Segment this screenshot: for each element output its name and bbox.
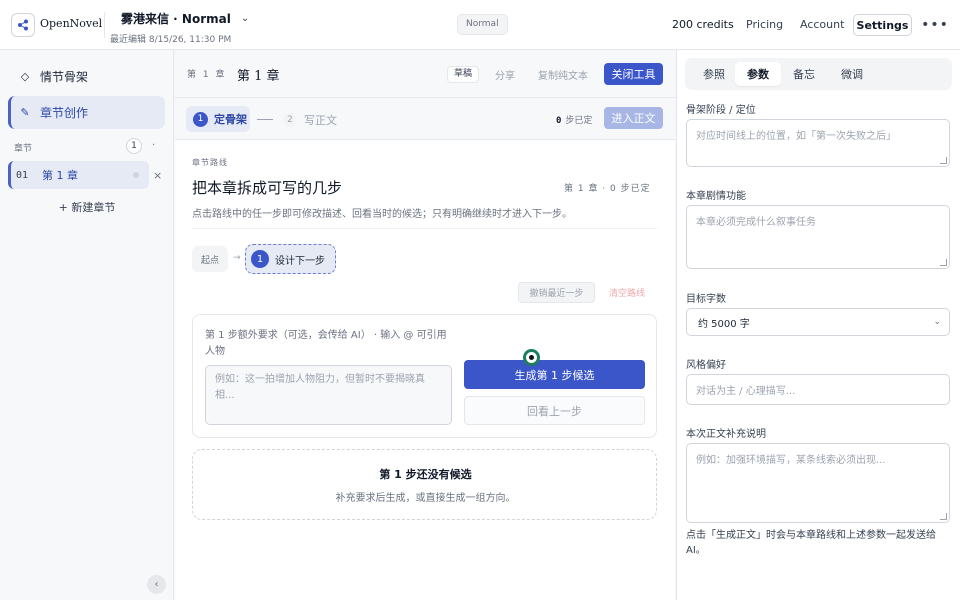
credits-count: 200 credits bbox=[672, 18, 734, 31]
stage-label: 骨架阶段 / 定位 bbox=[686, 105, 756, 116]
draft-badge[interactable]: 草稿 bbox=[447, 66, 480, 83]
chapter-number: 01 bbox=[16, 169, 29, 181]
step-request-card: 第 1 步额外要求（可选，会传给 AI） · 输入 @ 可引用人物 例如：这一拍… bbox=[192, 314, 657, 438]
panel-footnote: 点击「生成正文」时会与本章路线和上述参数一起发送给 AI。 bbox=[686, 530, 936, 556]
notes-input[interactable]: 例如：加强环境描写，某条线索必须出现... bbox=[686, 443, 950, 523]
arrow-right-icon: → bbox=[233, 253, 241, 263]
last-edited: 最近编辑 8/15/26, 11:30 PM bbox=[110, 35, 232, 45]
steps-done-status: 0 步已定 bbox=[556, 113, 592, 126]
review-previous-step-button[interactable]: 回看上一步 bbox=[464, 396, 645, 425]
chapters-heading: 章节 bbox=[14, 144, 33, 154]
collapse-sidebar-icon[interactable]: ‹ bbox=[147, 575, 166, 594]
clear-route-button[interactable]: 清空路线 bbox=[602, 282, 652, 303]
route-node-design-next[interactable]: 1 设计下一步 bbox=[245, 244, 336, 274]
editor-toolbar: 第 1 章 第 1 章 草稿 分享 复制纯文本 关闭工具 bbox=[175, 50, 675, 98]
chapter-status-dot bbox=[133, 172, 139, 178]
sidebar: ◇ 情节骨架 ✎ 章节创作 章节 1 · 01 第 1 章 × + 新建章节 ‹ bbox=[0, 50, 174, 600]
divider bbox=[192, 228, 657, 229]
new-chapter-button[interactable]: + 新建章节 bbox=[0, 199, 174, 215]
empty-candidates-card: 第 1 步还没有候选 补充要求后生成，或直接生成一组方向。 bbox=[192, 449, 657, 520]
resize-handle[interactable] bbox=[940, 513, 947, 520]
pricing-link[interactable]: Pricing bbox=[746, 18, 783, 31]
tab-memo[interactable]: 备忘 bbox=[781, 62, 827, 86]
tab-parameters[interactable]: 参数 bbox=[735, 62, 781, 86]
route-title: 把本章拆成可写的几步 bbox=[192, 179, 343, 197]
route-node-start[interactable]: 起点 bbox=[192, 246, 228, 272]
route-meta: 第 1 章 · 0 步已定 bbox=[564, 184, 651, 194]
chapter-title: 第 1 章 bbox=[42, 169, 78, 182]
empty-description: 补充要求后生成，或直接生成一组方向。 bbox=[335, 493, 516, 504]
diamond-icon: ◇ bbox=[20, 70, 30, 83]
step-indicator: 1 定骨架 2 写正文 0 步已定 进入正文 bbox=[175, 98, 675, 140]
document-title: 雾港来信 · Normal bbox=[121, 12, 231, 26]
stage-input[interactable]: 对应时间线上的位置，如「第一次失败之后」 bbox=[686, 119, 950, 167]
chapter-breadcrumb: 第 1 章 bbox=[187, 70, 227, 80]
app-name: OpenNovel bbox=[40, 17, 103, 30]
sidebar-item-chapter-writing[interactable]: ✎ 章节创作 bbox=[8, 96, 165, 129]
style-input[interactable]: 对话为主 / 心理描写... bbox=[686, 374, 950, 405]
chapters-count-badge: 1 bbox=[126, 138, 142, 154]
resize-handle[interactable] bbox=[940, 259, 947, 266]
app-logo-icon[interactable] bbox=[11, 13, 35, 37]
top-bar: OpenNovel 雾港来信 · Normal ⌄ 最近编辑 8/15/26, … bbox=[0, 0, 960, 50]
step-skeleton[interactable]: 1 定骨架 bbox=[186, 106, 250, 132]
chevron-down-icon: ⌄ bbox=[933, 317, 941, 327]
target-words-select[interactable]: 约 5000 字 ⌄ bbox=[686, 308, 950, 336]
function-input[interactable]: 本章必须完成什么叙事任务 bbox=[686, 205, 950, 269]
route-section-label: 章节路线 bbox=[192, 158, 228, 167]
document-title-menu[interactable]: 雾港来信 · Normal ⌄ bbox=[121, 10, 249, 27]
chapters-more-icon[interactable]: · bbox=[152, 140, 155, 151]
chevron-down-icon: ⌄ bbox=[240, 13, 250, 24]
node-number: 1 bbox=[251, 250, 269, 268]
generate-candidates-button[interactable]: 生成第 1 步候选 bbox=[464, 360, 645, 389]
route-description: 点击路线中的任一步即可修改描述、回看当时的候选；只有明确继续时才进入下一步。 bbox=[192, 209, 572, 220]
sidebar-item-label: 章节创作 bbox=[40, 106, 89, 120]
mouse-cursor-indicator bbox=[523, 349, 540, 366]
target-words-label: 目标字数 bbox=[686, 294, 726, 305]
empty-title: 第 1 步还没有候选 bbox=[379, 468, 472, 481]
tab-finetune[interactable]: 微调 bbox=[827, 62, 877, 86]
sidebar-item-label: 情节骨架 bbox=[40, 70, 89, 84]
stage-placeholder: 对应时间线上的位置，如「第一次失败之后」 bbox=[696, 131, 896, 142]
account-link[interactable]: Account bbox=[800, 18, 844, 31]
divider bbox=[104, 12, 105, 38]
settings-button[interactable]: Settings bbox=[853, 14, 912, 36]
close-tools-button[interactable]: 关闭工具 bbox=[604, 63, 663, 85]
node-label: 设计下一步 bbox=[275, 255, 325, 267]
undo-last-step-button[interactable]: 撤销最近一步 bbox=[518, 282, 595, 303]
mode-badge: Normal bbox=[457, 14, 508, 35]
notes-label: 本次正文补充说明 bbox=[686, 429, 766, 440]
request-label: 第 1 步额外要求（可选，会传给 AI） · 输入 @ 可引用人物 bbox=[205, 330, 447, 357]
chapter-heading: 第 1 章 bbox=[237, 69, 280, 84]
target-words-value: 约 5000 字 bbox=[698, 318, 750, 330]
step-label: 定骨架 bbox=[214, 113, 247, 126]
function-label: 本章剧情功能 bbox=[686, 191, 746, 202]
more-icon[interactable]: ••• bbox=[921, 14, 948, 36]
step-number: 2 bbox=[283, 113, 297, 127]
share-button[interactable]: 分享 bbox=[495, 67, 515, 82]
steps-done-label: 步已定 bbox=[565, 116, 593, 126]
close-icon[interactable]: × bbox=[153, 169, 162, 182]
editor-area: 第 1 章 第 1 章 草稿 分享 复制纯文本 关闭工具 1 定骨架 2 写正文… bbox=[175, 50, 675, 600]
steps-done-count: 0 bbox=[556, 116, 562, 126]
style-label: 风格偏好 bbox=[686, 360, 726, 371]
step-write-text[interactable]: 2 写正文 bbox=[283, 112, 337, 128]
sidebar-item-plot-skeleton[interactable]: ◇ 情节骨架 bbox=[8, 60, 165, 93]
tab-reference[interactable]: 参照 bbox=[689, 62, 739, 86]
notes-placeholder: 例如：加强环境描写，某条线索必须出现... bbox=[696, 455, 886, 466]
panel-tabs: 参照 参数 备忘 微调 bbox=[685, 58, 952, 90]
copy-text-button[interactable]: 复制纯文本 bbox=[538, 67, 588, 82]
step-label: 写正文 bbox=[304, 114, 337, 127]
step-number: 1 bbox=[193, 111, 208, 127]
parameters-panel: 参照 参数 备忘 微调 骨架阶段 / 定位 对应时间线上的位置，如「第一次失败之… bbox=[676, 50, 960, 600]
step-connector bbox=[257, 119, 273, 120]
request-textarea[interactable]: 例如：这一拍增加人物阻力，但暂时不要揭晓真相... bbox=[205, 365, 452, 425]
enter-text-button[interactable]: 进入正文 bbox=[604, 107, 663, 129]
function-placeholder: 本章必须完成什么叙事任务 bbox=[696, 217, 816, 228]
pencil-icon: ✎ bbox=[20, 106, 30, 119]
resize-handle[interactable] bbox=[940, 157, 947, 164]
chapter-list-item[interactable]: 01 第 1 章 bbox=[8, 161, 149, 189]
